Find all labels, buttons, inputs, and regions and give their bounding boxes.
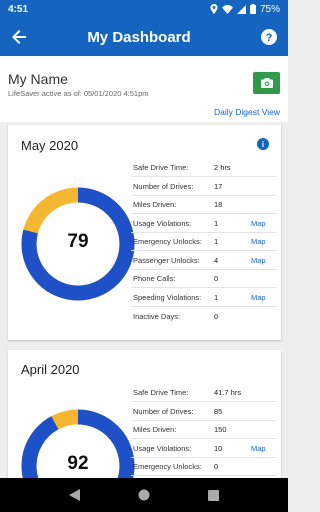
month-title: April 2020 — [21, 362, 80, 377]
donut-score-value: 92 — [67, 453, 89, 474]
month-title: May 2020 — [21, 138, 79, 153]
stat-row: Number of Drives: 17 — [131, 178, 277, 196]
stat-label: Miles Driven: — [133, 425, 177, 434]
arrow-left-icon — [12, 30, 26, 44]
month-card: May 2020 i 79 Safe Drive Time: 2 hrs Numb… — [8, 125, 281, 340]
stat-value: 1 — [214, 218, 219, 228]
page-title: My Dashboard — [87, 28, 191, 46]
stat-row: Number of Drives: 85 — [131, 403, 277, 421]
stat-label: Inactive Days: — [133, 311, 181, 321]
stat-row: Speeding Violations: 1 Map — [131, 289, 277, 307]
stat-row: Inactive Days: 0 — [131, 307, 277, 325]
stat-label: Usage Violations: — [133, 218, 192, 228]
stat-label: Number of Drives: — [133, 181, 194, 191]
stat-value: 41.7 hrs — [214, 388, 242, 397]
stat-label: Usage Violations: — [133, 443, 192, 453]
profile-section: My Name LifeSaver active as of: 05/01/20… — [0, 56, 288, 122]
stat-value: 85 — [214, 406, 223, 416]
map-link[interactable]: Map — [251, 444, 266, 453]
status-bar: 4:51 75% — [0, 0, 288, 18]
stat-value: 10 — [214, 443, 223, 453]
stat-label: Safe Drive Time: — [133, 163, 189, 172]
nav-recents-icon[interactable] — [208, 489, 219, 501]
stat-row: Safe Drive Time: 2 hrs — [131, 159, 277, 177]
active-since-text: LifeSaver active as of: 05/01/2020 4:51p… — [8, 89, 149, 98]
back-button[interactable] — [0, 18, 38, 56]
donut-score-value: 79 — [67, 231, 89, 252]
help-button[interactable]: ? — [250, 18, 288, 56]
nav-back-icon[interactable] — [69, 489, 80, 501]
stat-row: Emergency Unlocks: 0 — [131, 458, 277, 476]
stat-value: 0 — [214, 462, 219, 471]
stat-value: 0 — [214, 274, 219, 283]
stat-row: Miles Driven: 18 — [131, 196, 277, 214]
nav-home-icon[interactable] — [138, 489, 150, 501]
info-icon[interactable]: i — [257, 138, 269, 150]
stat-row: Emergency Unlocks: 1 Map — [131, 233, 277, 251]
stat-value: 150 — [214, 425, 227, 434]
status-icons: 75% — [210, 4, 280, 15]
stat-row: Usage Violations: 1 Map — [131, 215, 277, 233]
app-bar: My Dashboard ? — [0, 18, 288, 56]
stat-label: Emergency Unlocks: — [133, 237, 202, 246]
stat-value: 17 — [214, 181, 223, 191]
map-link[interactable]: Map — [251, 237, 266, 246]
daily-digest-link[interactable]: Daily Digest View — [214, 107, 280, 117]
svg-text:?: ? — [266, 32, 273, 44]
stat-row: Miles Driven: 150 — [131, 421, 277, 439]
camera-button[interactable] — [253, 72, 280, 94]
wifi-icon — [221, 4, 233, 14]
stat-row: Usage Violations: 10 Map — [131, 440, 277, 458]
system-nav-bar — [0, 478, 288, 512]
stat-row: Phone Calls: 0 — [131, 270, 277, 288]
stat-label: Passenger Unlocks: — [133, 255, 200, 265]
status-time: 4:51 — [8, 3, 29, 15]
stat-value: 0 — [214, 311, 219, 321]
stat-label: Number of Drives: — [133, 406, 194, 416]
map-link[interactable]: Map — [251, 256, 266, 265]
camera-icon — [260, 78, 273, 88]
stat-label: Miles Driven: — [133, 200, 177, 209]
help-circle-icon: ? — [261, 29, 277, 45]
stat-label: Phone Calls: — [133, 274, 176, 283]
stat-value: 1 — [214, 292, 219, 302]
stat-value: 4 — [214, 255, 219, 265]
location-icon — [210, 4, 218, 14]
battery-level: 75% — [259, 3, 280, 15]
stat-label: Speeding Violations: — [133, 292, 202, 302]
map-link[interactable]: Map — [251, 219, 266, 228]
month-card: April 2020 92 Safe Drive Time: 41.7 hrs N… — [8, 350, 281, 490]
stat-row: Passenger Unlocks: 4 Map — [131, 252, 277, 270]
stat-value: 2 hrs — [214, 163, 231, 172]
stat-label: Emergency Unlocks: — [133, 462, 202, 471]
stat-label: Safe Drive Time: — [133, 388, 189, 397]
map-link[interactable]: Map — [251, 293, 266, 302]
battery-icon — [249, 4, 256, 14]
user-name: My Name — [8, 71, 68, 87]
signal-icon — [236, 4, 246, 14]
stat-value: 18 — [214, 200, 223, 209]
stat-row: Safe Drive Time: 41.7 hrs — [131, 384, 277, 402]
stat-value: 1 — [214, 237, 219, 246]
